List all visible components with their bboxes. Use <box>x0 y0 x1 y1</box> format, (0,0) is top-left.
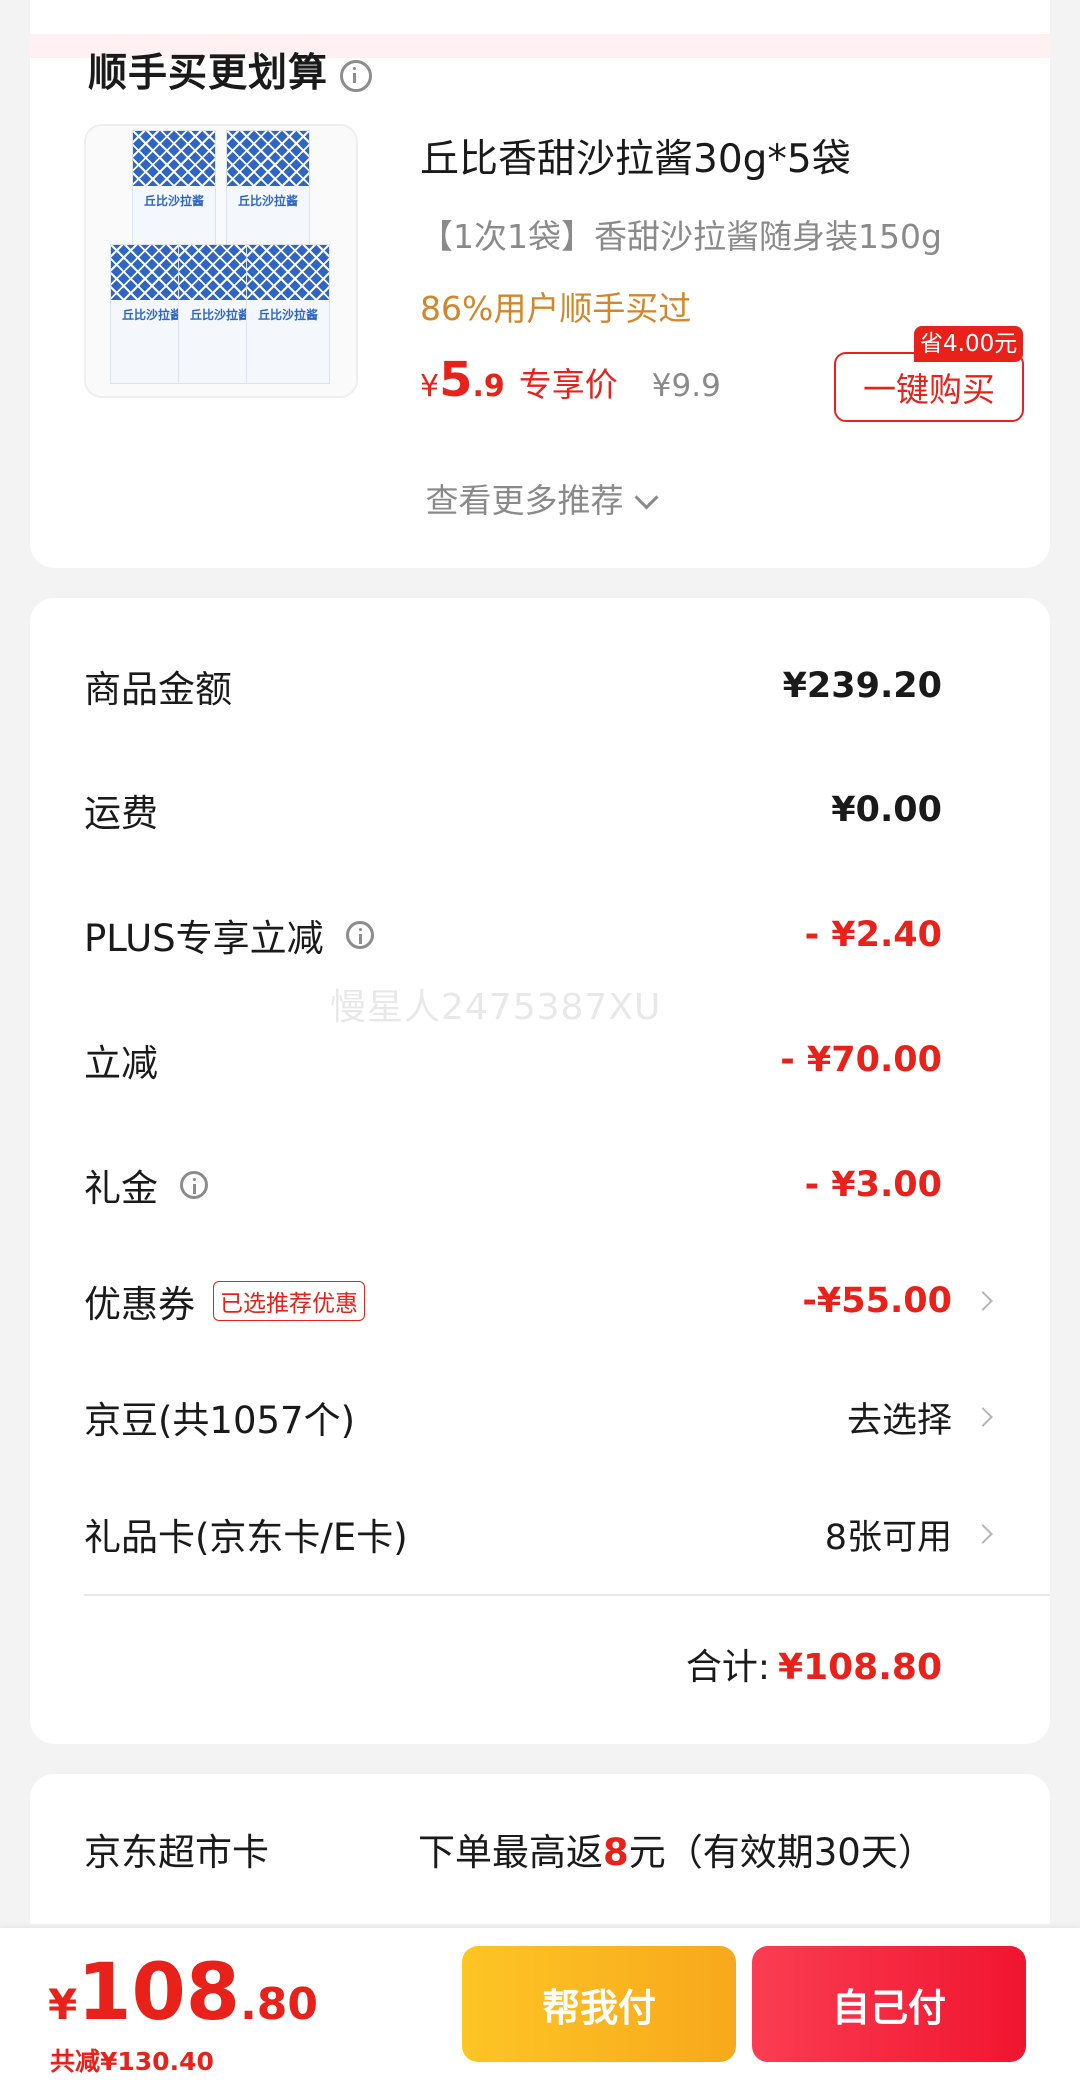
product-price: ¥5.9 专享价 ¥9.9 <box>420 352 721 408</box>
section-title-text: 顺手买更划算 <box>88 51 329 96</box>
row-gift-card[interactable]: 礼品卡(京东卡/E卡) 8张可用 <box>84 1504 996 1564</box>
row-instant-discount: 立减 - ¥70.00 <box>84 1040 942 1085</box>
chevron-down-icon <box>633 485 659 510</box>
info-icon[interactable] <box>340 59 373 92</box>
price-label: 专享价 <box>518 365 618 404</box>
row-jd-beans[interactable]: 京豆(共1057个) 去选择 <box>84 1387 996 1447</box>
self-pay-button[interactable]: 自己付 <box>752 1946 1026 2062</box>
product-social-proof: 86%用户顺手买过 <box>420 289 692 328</box>
coupon-badge: 已选推荐优惠 <box>213 1281 365 1321</box>
row-plus-discount: PLUS专享立减 - ¥2.40 <box>84 915 942 960</box>
info-icon[interactable] <box>180 1171 208 1199</box>
bottom-pay-bar: ¥108.80 共减¥130.40 帮我付 自己付 <box>0 1928 1080 2095</box>
total-row: 合计: ¥108.80 <box>685 1647 942 1688</box>
recommend-card: 顺手买更划算 丘比沙拉酱 丘比沙拉酱 丘比沙拉酱 丘比沙拉酱 丘比沙拉酱 丘比香… <box>30 0 1050 568</box>
jd-card-desc: 下单最高返8元（有效期30天） <box>418 1831 935 1874</box>
product-subtitle: 【1次1袋】香甜沙拉酱随身装150g <box>420 217 942 256</box>
more-recommend-link[interactable]: 查看更多推荐 <box>30 474 1050 522</box>
product-name[interactable]: 丘比香甜沙拉酱30g*5袋 <box>420 128 851 184</box>
row-coupon[interactable]: 优惠券 已选推荐优惠 -¥55.00 <box>84 1271 996 1331</box>
original-price: ¥9.9 <box>651 368 721 404</box>
row-gift-money: 礼金 - ¥3.00 <box>84 1165 942 1210</box>
pay-total: ¥108.80 <box>48 1948 319 2038</box>
total-saved: 共减¥130.40 <box>50 2047 214 2076</box>
chevron-right-icon <box>973 1291 993 1311</box>
product-image[interactable]: 丘比沙拉酱 丘比沙拉酱 丘比沙拉酱 丘比沙拉酱 丘比沙拉酱 <box>84 124 358 398</box>
one-click-buy-button[interactable]: 一键购买 <box>834 352 1024 422</box>
price-summary-card: 商品金额 ¥239.20 运费 ¥0.00 PLUS专享立减 - ¥2.40 立… <box>30 598 1050 1744</box>
jd-supermarket-card[interactable]: 京东超市卡 下单最高返8元（有效期30天） <box>30 1774 1050 1924</box>
row-goods-amount: 商品金额 ¥239.20 <box>84 666 942 711</box>
save-tag: 省4.00元 <box>914 326 1024 362</box>
row-shipping: 运费 ¥0.00 <box>84 790 942 835</box>
chevron-right-icon <box>973 1524 993 1544</box>
info-icon[interactable] <box>345 921 374 949</box>
pack-image: 丘比沙拉酱 <box>246 244 330 384</box>
section-title: 顺手买更划算 <box>88 42 373 98</box>
help-pay-button[interactable]: 帮我付 <box>462 1946 736 2062</box>
divider <box>84 1594 1050 1596</box>
jd-card-title: 京东超市卡 <box>84 1831 269 1874</box>
chevron-right-icon <box>973 1407 993 1427</box>
